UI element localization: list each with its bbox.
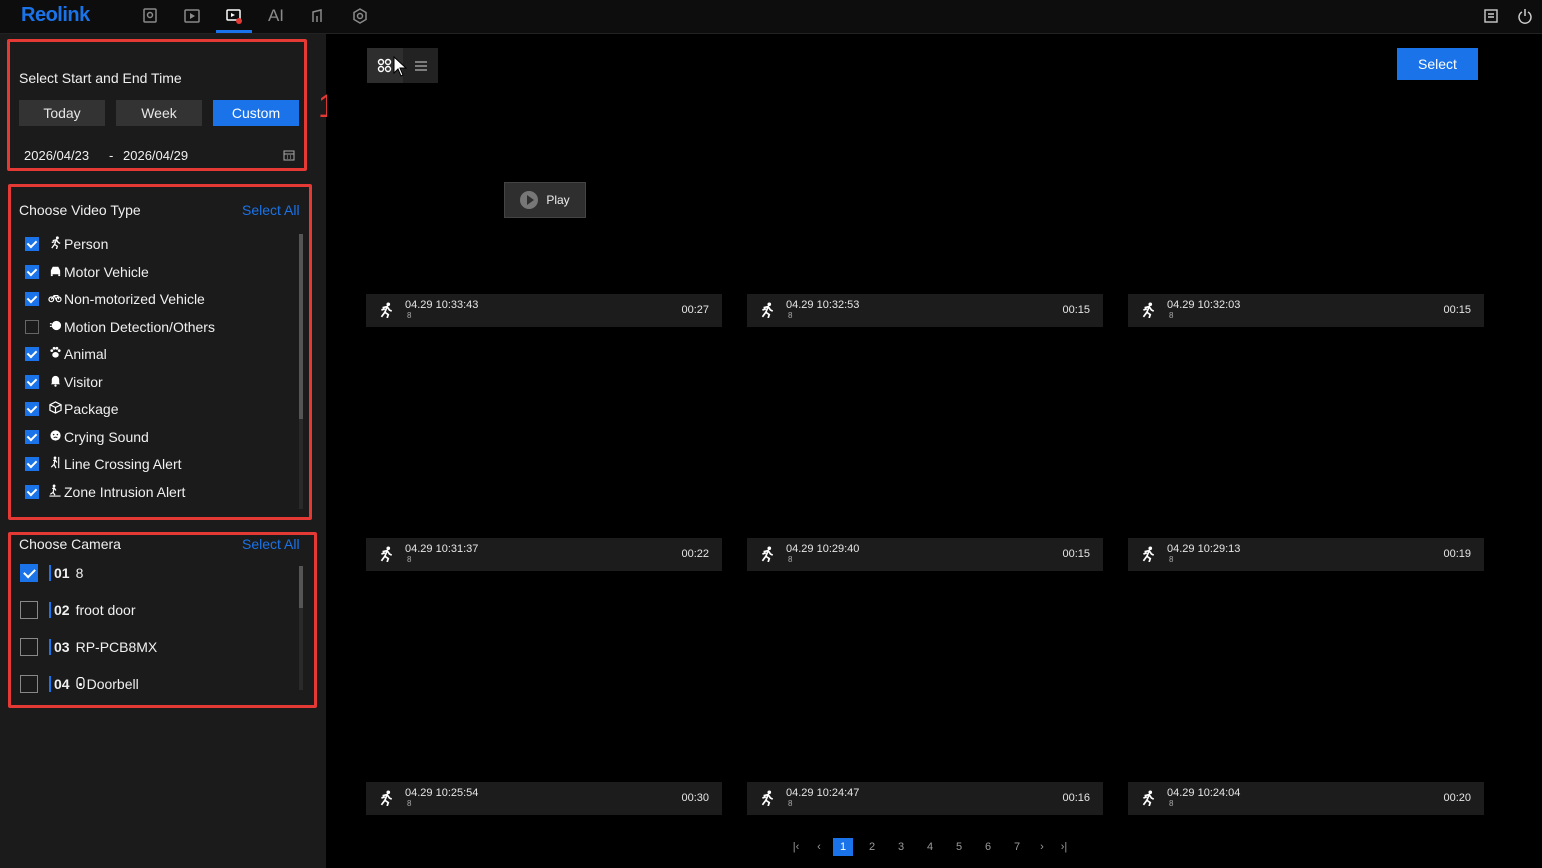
select-button[interactable]: Select [1397,48,1478,80]
clip-duration: 00:22 [681,548,709,560]
person-running-icon [378,546,394,563]
notes-icon[interactable] [1480,5,1502,27]
clip-timestamp: 04.29 10:32:03 [1167,299,1241,311]
clip-timestamp: 04.29 10:29:13 [1167,543,1241,555]
grid-icon [377,58,392,72]
clips-main-area [327,34,1542,868]
clip-camera: 8 [788,799,793,808]
clip-duration: 00:15 [1062,548,1090,560]
clip-timestamp: 04.29 10:24:04 [1167,787,1241,799]
clip-timestamp: 04.29 10:29:40 [786,543,860,555]
person-running-icon [759,546,775,563]
clip-timestamp: 04.29 10:24:47 [786,787,860,799]
clip-item[interactable]: 04.29 10:24:47 8 00:16 [747,782,1103,815]
page-4[interactable]: 4 [920,838,940,856]
person-running-icon [378,302,394,319]
clip-duration: 00:20 [1443,792,1471,804]
person-running-icon [1140,790,1156,807]
clip-camera: 8 [1169,799,1174,808]
page-7[interactable]: 7 [1007,838,1027,856]
clip-camera: 8 [788,555,793,564]
annotation-box-1 [7,39,307,171]
mouse-cursor-icon [393,55,408,78]
person-running-icon [378,790,394,807]
clip-item[interactable]: 04.29 10:32:03 8 00:15 [1128,294,1484,327]
list-view-button[interactable] [403,48,438,83]
list-icon [414,60,427,71]
clip-duration: 00:30 [681,792,709,804]
playback-icon[interactable] [181,5,203,27]
clip-item[interactable]: 04.29 10:32:53 8 00:15 [747,294,1103,327]
clips-icon[interactable] [223,5,245,27]
page-3[interactable]: 3 [891,838,911,856]
annotation-box-2 [8,184,312,520]
play-icon [520,191,539,209]
page-6[interactable]: 6 [978,838,998,856]
live-view-icon[interactable] [139,5,161,27]
clip-item[interactable]: 04.29 10:24:04 8 00:20 [1128,782,1484,815]
reolink-logo: Reolink [21,4,90,26]
person-running-icon [759,790,775,807]
annotation-box-3 [8,532,317,708]
clip-timestamp: 04.29 10:25:54 [405,787,479,799]
page-2[interactable]: 2 [862,838,882,856]
page-1[interactable]: 1 [833,838,853,856]
clip-item[interactable]: 04.29 10:29:40 8 00:15 [747,538,1103,571]
clip-item[interactable]: 04.29 10:29:13 8 00:19 [1128,538,1484,571]
ai-icon[interactable]: AI [265,5,287,27]
clip-item[interactable]: 04.29 10:33:43 8 00:27 [366,294,722,327]
clip-camera: 8 [407,799,412,808]
clip-duration: 00:16 [1062,792,1090,804]
clip-camera: 8 [1169,555,1174,564]
smart-search-icon[interactable] [307,5,329,27]
clip-item[interactable]: 04.29 10:31:37 8 00:22 [366,538,722,571]
top-nav-bar: Reolink AI [0,0,1542,34]
clip-duration: 00:19 [1443,548,1471,560]
clip-timestamp: 04.29 10:33:43 [405,299,479,311]
person-running-icon [1140,302,1156,319]
person-running-icon [1140,546,1156,563]
clip-duration: 00:15 [1062,304,1090,316]
prev-page-button[interactable]: ‹ [809,838,829,856]
clip-camera: 8 [407,555,412,564]
page-5[interactable]: 5 [949,838,969,856]
last-page-button[interactable]: ›| [1054,838,1074,856]
clip-camera: 8 [788,311,793,320]
clip-timestamp: 04.29 10:31:37 [405,543,479,555]
clip-duration: 00:15 [1443,304,1471,316]
clip-item[interactable]: 04.29 10:25:54 8 00:30 [366,782,722,815]
person-running-icon [759,302,775,319]
clip-camera: 8 [1169,311,1174,320]
clip-duration: 00:27 [681,304,709,316]
first-page-button[interactable]: |‹ [786,838,806,856]
clip-timestamp: 04.29 10:32:53 [786,299,860,311]
play-label: Play [546,193,570,207]
clip-camera: 8 [407,311,412,320]
settings-icon[interactable] [349,5,371,27]
next-page-button[interactable]: › [1032,838,1052,856]
nav-active-indicator [216,30,252,33]
play-button[interactable]: Play [504,182,586,218]
power-icon[interactable] [1514,5,1536,27]
